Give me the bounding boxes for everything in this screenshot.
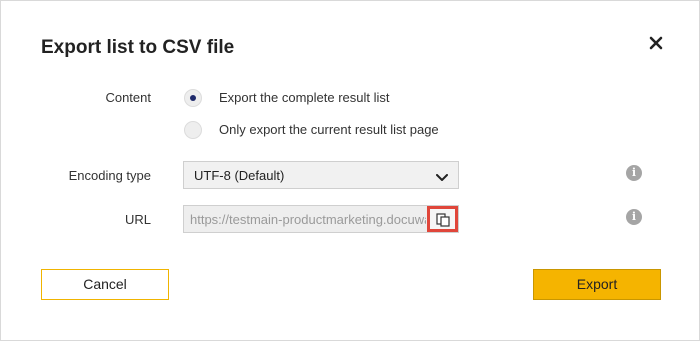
chevron-down-icon xyxy=(436,170,448,185)
encoding-value: UTF-8 (Default) xyxy=(194,168,285,183)
radio-current-page[interactable] xyxy=(184,121,202,139)
export-button[interactable]: Export xyxy=(533,269,661,300)
copy-icon xyxy=(436,213,450,227)
encoding-info-icon[interactable]: i xyxy=(626,165,642,181)
url-label: URL xyxy=(124,212,151,227)
copy-url-button[interactable] xyxy=(427,206,458,232)
close-icon[interactable] xyxy=(645,32,667,54)
dialog-title: Export list to CSV file xyxy=(41,37,235,58)
url-value: https://testmain-productmarketing.docuwa… xyxy=(190,212,426,227)
url-info-icon[interactable]: i xyxy=(626,209,642,225)
radio-complete-list-label[interactable]: Export the complete result list xyxy=(219,90,390,105)
export-csv-dialog: Export list to CSV file Content Export t… xyxy=(0,0,700,341)
encoding-label: Encoding type xyxy=(68,168,151,183)
content-label: Content xyxy=(105,90,151,105)
encoding-select[interactable]: UTF-8 (Default) xyxy=(183,161,459,189)
cancel-button[interactable]: Cancel xyxy=(41,269,169,300)
radio-selected-dot xyxy=(190,95,196,101)
url-field[interactable]: https://testmain-productmarketing.docuwa… xyxy=(183,205,459,233)
radio-complete-list[interactable] xyxy=(184,89,202,107)
radio-current-page-label[interactable]: Only export the current result list page xyxy=(219,122,439,137)
